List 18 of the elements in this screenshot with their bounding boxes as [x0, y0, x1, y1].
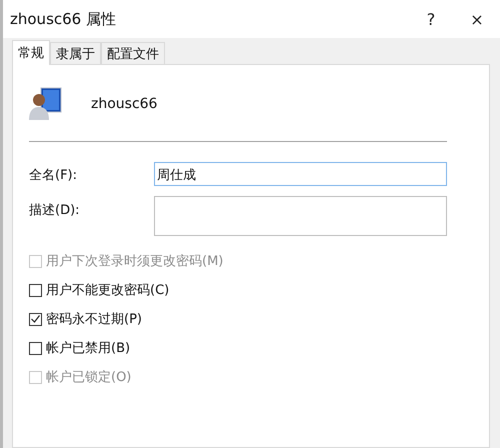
close-button[interactable]: × — [454, 0, 500, 38]
checkbox[interactable] — [29, 284, 42, 296]
checkbox[interactable] — [29, 312, 42, 326]
field-label: 全名(F): — [29, 167, 78, 184]
checkbox-option[interactable]: 用户不能更改密码(C) — [29, 281, 447, 299]
field-label: 描述(D): — [29, 202, 81, 219]
user-name: zhousc66 — [91, 96, 158, 112]
checkbox[interactable] — [29, 342, 42, 354]
description-field[interactable] — [154, 196, 447, 236]
full-name-field[interactable]: 周仕成 — [154, 162, 447, 186]
help-button[interactable]: ? — [408, 0, 454, 38]
user-account-icon — [29, 86, 63, 122]
tab[interactable]: 配置文件 — [101, 42, 165, 64]
checkbox-option[interactable]: 密码永不过期(P) — [29, 310, 447, 328]
tab[interactable]: 常规 — [12, 40, 50, 65]
tab[interactable]: 隶属于 — [50, 42, 101, 64]
window-title: zhousc66 属性 — [10, 10, 117, 28]
checkbox-option[interactable]: 帐户已禁用(B) — [29, 339, 447, 357]
